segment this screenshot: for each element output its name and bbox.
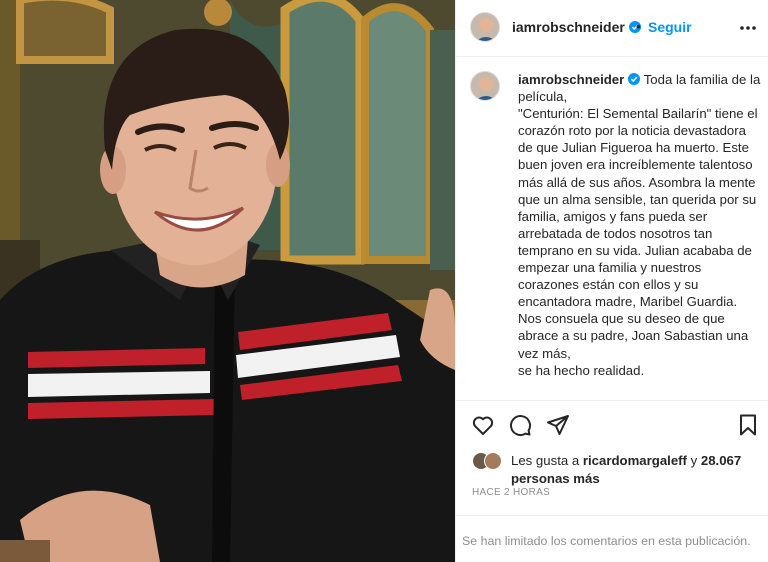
caption-body: Toda la familia de la película, "Centuri… xyxy=(518,72,761,378)
comments-limited-bar: Se han limitado los comentarios en esta … xyxy=(456,515,768,562)
photo-illustration xyxy=(0,0,455,562)
comments-limited-notice: Se han limitado los comentarios en esta … xyxy=(462,534,751,548)
post-actions xyxy=(456,400,768,447)
header-separator: • xyxy=(636,18,641,34)
avatar-icon xyxy=(471,13,499,41)
caption-text: iamrobschneider Toda la familia de la pe… xyxy=(518,71,763,379)
heart-icon[interactable] xyxy=(471,413,495,437)
verified-badge-icon xyxy=(628,73,641,85)
follow-button[interactable]: Seguir xyxy=(648,19,692,35)
post-timestamp[interactable]: HACE 2 HORAS xyxy=(472,487,550,498)
share-icon[interactable] xyxy=(546,413,570,437)
likes-prefix: Les gusta a xyxy=(511,453,580,468)
author-username-text[interactable]: iamrobschneider xyxy=(512,19,625,35)
likes-count[interactable]: 28.067 xyxy=(701,453,741,468)
post-header: iamrobschneider • Seguir xyxy=(456,0,768,57)
more-options-icon[interactable] xyxy=(738,18,758,38)
comment-icon[interactable] xyxy=(508,413,532,437)
liker-avatars[interactable] xyxy=(472,452,506,472)
author-username[interactable]: iamrobschneider xyxy=(512,19,641,35)
likes-text: Les gusta a ricardomargaleff y 28.067 per… xyxy=(511,452,761,488)
caption-block: iamrobschneider Toda la familia de la pe… xyxy=(456,57,768,400)
caption-author-avatar[interactable] xyxy=(470,71,500,101)
avatar-icon xyxy=(471,72,499,100)
post-photo[interactable] xyxy=(0,0,455,562)
liker-avatar xyxy=(484,452,502,470)
likes-conjunction: y xyxy=(690,453,698,468)
caption-username[interactable]: iamrobschneider xyxy=(518,72,624,87)
liked-by-user[interactable]: ricardomargaleff xyxy=(583,453,687,468)
post-sidebar: iamrobschneider • Seguir iamrobschneider… xyxy=(455,0,768,562)
bookmark-icon[interactable] xyxy=(736,413,760,437)
author-avatar[interactable] xyxy=(470,12,500,42)
likes-suffix[interactable]: personas más xyxy=(511,471,600,486)
